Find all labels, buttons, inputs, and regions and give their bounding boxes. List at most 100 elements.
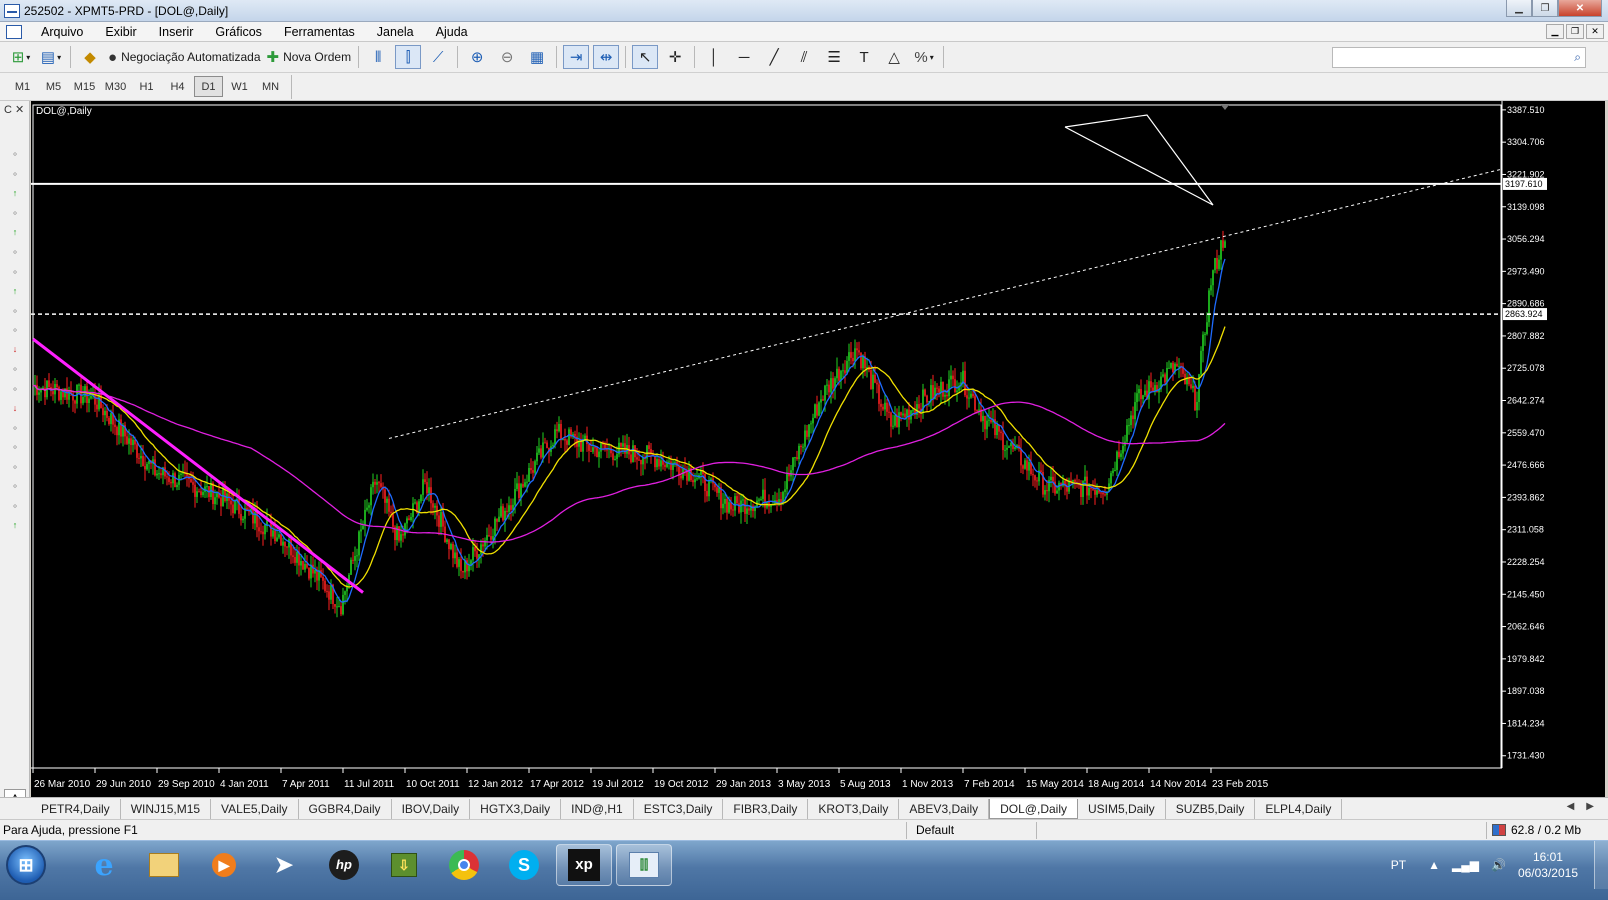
tab-suzb5[interactable]: SUZB5,Daily xyxy=(1166,798,1256,819)
language-indicator[interactable]: PT xyxy=(1391,858,1406,872)
tab-estc3[interactable]: ESTC3,Daily xyxy=(634,798,724,819)
tab-scroll-left-icon[interactable]: ◀ xyxy=(1567,801,1575,812)
tf-m1[interactable]: M1 xyxy=(8,76,37,97)
chart-canvas[interactable]: 3387.5103304.7063221.9023139.0983056.294… xyxy=(31,101,1605,797)
zoom-out-button[interactable]: ⊖ xyxy=(494,45,520,69)
child-restore-button[interactable]: ❐ xyxy=(1566,24,1584,39)
tab-petr4[interactable]: PETR4,Daily xyxy=(31,798,121,819)
tab-scroll-right-icon[interactable]: ▶ xyxy=(1586,801,1594,812)
tab-fibr3[interactable]: FIBR3,Daily xyxy=(723,798,809,819)
tf-mn[interactable]: MN xyxy=(256,76,285,97)
menu-ajuda[interactable]: Ajuda xyxy=(425,25,479,39)
object-marker[interactable]: ⚬ xyxy=(9,501,21,511)
channel-button[interactable]: ⫽ xyxy=(791,45,817,69)
tab-krot3[interactable]: KROT3,Daily xyxy=(808,798,900,819)
media-player-icon[interactable]: ▶ xyxy=(196,844,252,886)
tab-usim5[interactable]: USIM5,Daily xyxy=(1078,798,1166,819)
download-manager-icon[interactable]: ⇩ xyxy=(376,844,432,886)
object-marker[interactable]: ⚬ xyxy=(9,462,21,472)
sell-marker-icon[interactable]: ↓ xyxy=(9,403,21,413)
object-marker[interactable]: ⚬ xyxy=(9,306,21,316)
object-marker[interactable]: ⚬ xyxy=(9,208,21,218)
volume-icon[interactable]: 🔊 xyxy=(1491,858,1506,872)
object-marker[interactable]: ⚬ xyxy=(9,267,21,277)
more-objects-button[interactable]: % ▾ xyxy=(911,45,937,69)
tab-abev3[interactable]: ABEV3,Daily xyxy=(899,798,990,819)
send-app-icon[interactable]: ➤ xyxy=(256,844,312,886)
object-marker[interactable]: ⚬ xyxy=(9,364,21,374)
object-marker[interactable]: ⚬ xyxy=(9,247,21,257)
start-button[interactable]: ⊞ xyxy=(6,845,46,885)
horizontal-line-button[interactable]: ─ xyxy=(731,45,757,69)
tab-hgtx3[interactable]: HGTX3,Daily xyxy=(470,798,562,819)
menu-arquivo[interactable]: Arquivo xyxy=(30,25,94,39)
object-marker[interactable]: ⚬ xyxy=(9,325,21,335)
trendline-button[interactable]: ╱ xyxy=(761,45,787,69)
auto-trading-button[interactable]: ● Negociação Automatizada xyxy=(107,45,262,69)
tab-ind[interactable]: IND@,H1 xyxy=(561,798,634,819)
close-button[interactable]: ✕ xyxy=(1558,0,1602,17)
child-minimize-button[interactable]: ▁ xyxy=(1546,24,1564,39)
metatrader-icon[interactable]: ⫿⫿ xyxy=(616,844,672,886)
sell-marker-icon[interactable]: ↓ xyxy=(9,344,21,354)
object-marker[interactable]: ⚬ xyxy=(9,169,21,179)
tab-ggbr4[interactable]: GGBR4,Daily xyxy=(299,798,392,819)
candlestick-button[interactable]: ⫿ xyxy=(395,45,422,69)
search-input[interactable]: ⌕ xyxy=(1332,47,1586,68)
tf-w1[interactable]: W1 xyxy=(225,76,254,97)
bar-chart-button[interactable]: ⫴ xyxy=(365,45,391,69)
objects-panel-header[interactable]: C ✕ xyxy=(0,101,29,116)
tab-ibov[interactable]: IBOV,Daily xyxy=(392,798,471,819)
vertical-line-button[interactable]: │ xyxy=(701,45,727,69)
tab-dol[interactable]: DOL@,Daily xyxy=(989,798,1078,819)
line-chart-button[interactable]: ⟋ xyxy=(425,45,451,69)
object-marker[interactable]: ⚬ xyxy=(9,481,21,491)
buy-marker-icon[interactable]: ↑ xyxy=(9,227,21,237)
show-desktop-button[interactable] xyxy=(1594,841,1608,889)
new-chart-button[interactable]: ⊞ ▾ xyxy=(8,45,34,69)
maximize-button[interactable]: ❐ xyxy=(1532,0,1558,17)
cursor-button[interactable]: ↖ xyxy=(632,45,659,69)
show-hidden-icons-icon[interactable]: ▲ xyxy=(1428,858,1440,872)
fibonacci-button[interactable]: ☰ xyxy=(821,45,847,69)
buy-marker-icon[interactable]: ↑ xyxy=(9,188,21,198)
tab-winj15[interactable]: WINJ15,M15 xyxy=(121,798,212,819)
tab-vale5[interactable]: VALE5,Daily xyxy=(211,798,299,819)
market-watch-button[interactable]: ◆ xyxy=(77,45,103,69)
skype-icon[interactable]: S xyxy=(496,844,552,886)
text-button[interactable]: T xyxy=(851,45,877,69)
menu-janela[interactable]: Janela xyxy=(366,25,425,39)
new-order-button[interactable]: ✚ Nova Ordem xyxy=(266,45,353,69)
object-marker[interactable]: ⚬ xyxy=(9,442,21,452)
taskbar-clock[interactable]: 16:01 06/03/2015 xyxy=(1518,849,1578,881)
chrome-icon[interactable] xyxy=(436,844,492,886)
connection-status[interactable]: 62.8 / 0.2 Mb xyxy=(1492,823,1581,837)
zoom-in-button[interactable]: ⊕ xyxy=(464,45,490,69)
hp-icon[interactable]: hp xyxy=(316,844,372,886)
object-marker[interactable]: ⚬ xyxy=(9,149,21,159)
shapes-button[interactable]: △ xyxy=(881,45,907,69)
autoscroll-button[interactable]: ⇥ xyxy=(563,45,590,69)
tf-m5[interactable]: M5 xyxy=(39,76,68,97)
file-explorer-icon[interactable] xyxy=(136,844,192,886)
price-chart[interactable]: 3387.510 3304.706 3221.902 3139.098 3056.294… xyxy=(31,101,1605,797)
menu-graficos[interactable]: Gráficos xyxy=(204,25,273,39)
child-close-button[interactable]: ✕ xyxy=(1586,24,1604,39)
object-marker[interactable]: ⚬ xyxy=(9,384,21,394)
tf-h1[interactable]: H1 xyxy=(132,76,161,97)
internet-explorer-icon[interactable]: e xyxy=(76,844,132,886)
profiles-button[interactable]: ▤ ▾ xyxy=(38,45,64,69)
minimize-button[interactable]: ▁ xyxy=(1506,0,1532,17)
xp-app-icon[interactable]: xp xyxy=(556,844,612,886)
menu-inserir[interactable]: Inserir xyxy=(148,25,205,39)
object-marker[interactable]: ⚬ xyxy=(9,423,21,433)
tf-m15[interactable]: M15 xyxy=(70,76,99,97)
tf-d1[interactable]: D1 xyxy=(194,76,223,97)
crosshair-button[interactable]: ✛ xyxy=(662,45,688,69)
chart-shift-button[interactable]: ⇹ xyxy=(593,45,620,69)
tf-m30[interactable]: M30 xyxy=(101,76,130,97)
menu-ferramentas[interactable]: Ferramentas xyxy=(273,25,366,39)
tf-h4[interactable]: H4 xyxy=(163,76,192,97)
buy-marker-icon[interactable]: ↑ xyxy=(9,520,21,530)
buy-marker-icon[interactable]: ↑ xyxy=(9,286,21,296)
